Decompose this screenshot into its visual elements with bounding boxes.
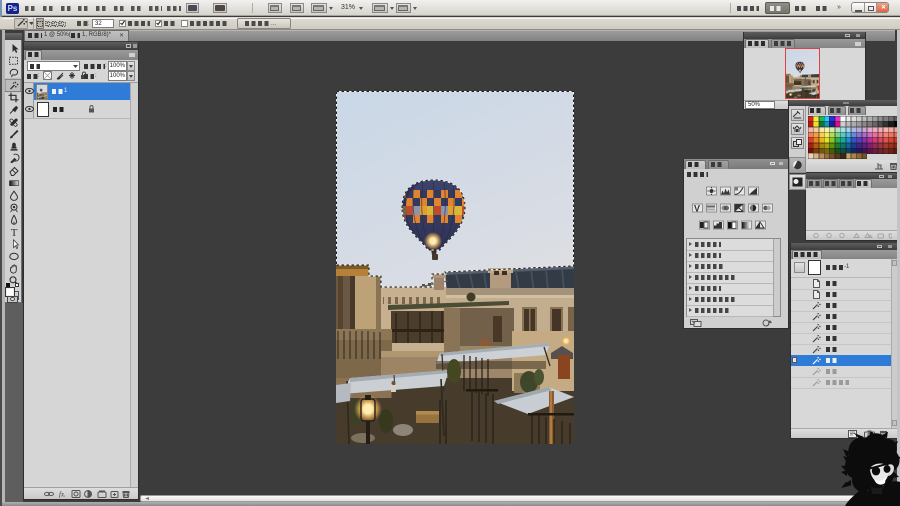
- svg-text:V: V: [694, 204, 700, 214]
- svg-text:fx.: fx.: [59, 491, 66, 499]
- svg-text:T: T: [11, 227, 18, 239]
